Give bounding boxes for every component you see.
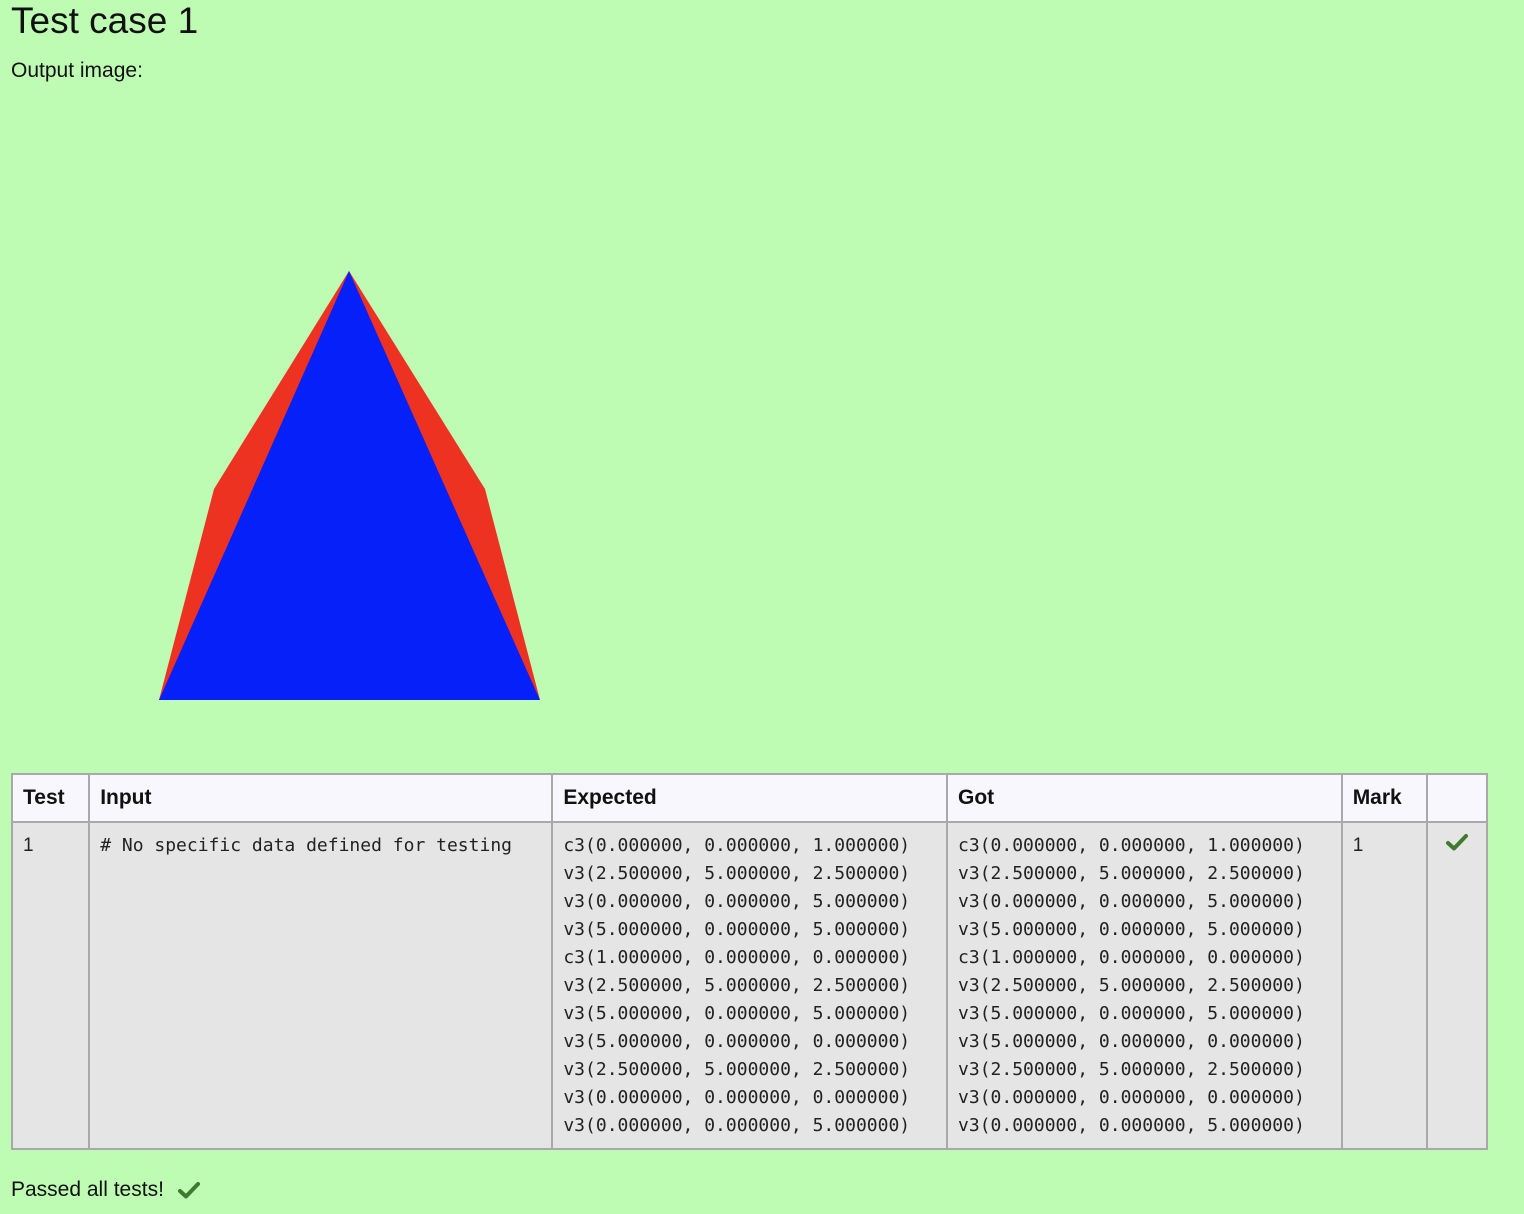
got-line: v3(0.000000, 0.000000, 5.000000) bbox=[958, 891, 1305, 912]
expected-line: c3(0.000000, 0.000000, 1.000000) bbox=[563, 835, 911, 856]
expected-line: v3(2.500000, 5.000000, 2.500000) bbox=[563, 863, 911, 884]
checkmark-icon bbox=[1445, 834, 1468, 851]
output-image bbox=[159, 271, 540, 700]
pass-summary-text: Passed all tests! bbox=[11, 1178, 164, 1201]
expected-line: c3(1.000000, 0.000000, 0.000000) bbox=[563, 947, 911, 968]
front-face-blue bbox=[159, 271, 540, 700]
header-test: Test bbox=[10, 773, 91, 823]
checkmark-icon bbox=[177, 1182, 200, 1199]
got-line: v3(2.500000, 5.000000, 2.500000) bbox=[958, 863, 1305, 884]
cell-input: # No specific data defined for testing bbox=[88, 821, 554, 1150]
cell-test: 1 bbox=[10, 821, 91, 1150]
pass-summary: Passed all tests! bbox=[11, 1176, 200, 1204]
table-row: 1 # No specific data defined for testing… bbox=[10, 821, 1489, 1150]
expected-line: v3(5.000000, 0.000000, 0.000000) bbox=[563, 1031, 911, 1052]
expected-line: v3(0.000000, 0.000000, 5.000000) bbox=[563, 891, 911, 912]
got-line: c3(1.000000, 0.000000, 0.000000) bbox=[958, 947, 1305, 968]
got-line: v3(2.500000, 5.000000, 2.500000) bbox=[958, 975, 1305, 996]
expected-line: v3(2.500000, 5.000000, 2.500000) bbox=[563, 1059, 911, 1080]
cell-status bbox=[1425, 821, 1489, 1150]
header-expected: Expected bbox=[551, 773, 949, 823]
got-line: v3(0.000000, 0.000000, 0.000000) bbox=[958, 1087, 1305, 1108]
got-line: v3(0.000000, 0.000000, 5.000000) bbox=[958, 1115, 1305, 1136]
table-header-row: Test Input Expected Got Mark bbox=[10, 773, 1489, 823]
results-table: Test Input Expected Got Mark 1 # No spec… bbox=[10, 773, 1489, 1150]
got-line: v3(5.000000, 0.000000, 5.000000) bbox=[958, 919, 1305, 940]
expected-line: v3(5.000000, 0.000000, 5.000000) bbox=[563, 1003, 911, 1024]
got-line: v3(5.000000, 0.000000, 0.000000) bbox=[958, 1031, 1305, 1052]
got-line: v3(5.000000, 0.000000, 5.000000) bbox=[958, 1003, 1305, 1024]
header-mark: Mark bbox=[1340, 773, 1428, 823]
header-got: Got bbox=[946, 773, 1343, 823]
output-image-label: Output image: bbox=[11, 59, 143, 82]
header-input: Input bbox=[88, 773, 554, 823]
got-line: c3(0.000000, 0.000000, 1.000000) bbox=[958, 835, 1305, 856]
cell-mark: 1 bbox=[1340, 821, 1428, 1150]
cell-got: c3(0.000000, 0.000000, 1.000000) v3(2.50… bbox=[946, 821, 1343, 1150]
expected-line: v3(0.000000, 0.000000, 5.000000) bbox=[563, 1115, 911, 1136]
expected-line: v3(5.000000, 0.000000, 5.000000) bbox=[563, 919, 911, 940]
header-status bbox=[1425, 773, 1489, 823]
cell-expected: c3(0.000000, 0.000000, 1.000000) v3(2.50… bbox=[551, 821, 949, 1150]
got-line: v3(2.500000, 5.000000, 2.500000) bbox=[958, 1059, 1305, 1080]
expected-line: v3(0.000000, 0.000000, 0.000000) bbox=[563, 1087, 911, 1108]
page-title: Test case 1 bbox=[11, 0, 199, 41]
expected-line: v3(2.500000, 5.000000, 2.500000) bbox=[563, 975, 911, 996]
